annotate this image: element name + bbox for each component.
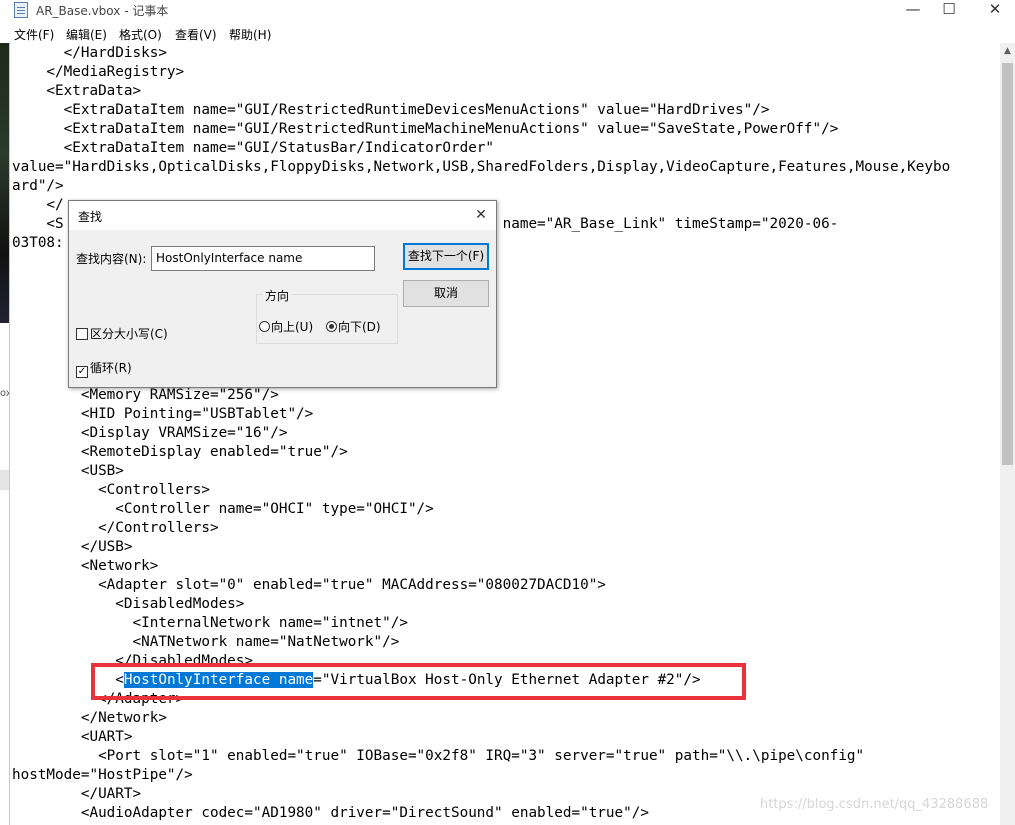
scroll-up-arrow-icon[interactable]: ▲ bbox=[1000, 43, 1015, 60]
editor-line: ard"/> bbox=[12, 178, 64, 194]
match-case-label: 区分大小写(C) bbox=[90, 327, 168, 341]
watermark: https://blog.csdn.net/qq_43288688 bbox=[760, 797, 989, 812]
editor-line: <UART> bbox=[12, 729, 133, 745]
minimize-button[interactable]: — bbox=[893, 0, 933, 22]
menu-format[interactable]: 格式(O) bbox=[119, 26, 162, 43]
editor-line: <DisabledModes> bbox=[12, 596, 245, 612]
editor-line: <RemoteDisplay enabled="true"/> bbox=[12, 444, 348, 460]
editor-line: 03T08: bbox=[12, 235, 64, 251]
editor-line: </ bbox=[12, 197, 64, 213]
editor-line: </Controllers> bbox=[12, 520, 219, 536]
window-title: AR_Base.vbox - 记事本 bbox=[36, 4, 169, 18]
direction-up-radio[interactable]: 向上(U) bbox=[259, 318, 313, 335]
editor-line-highlighted: <HostOnlyInterface name="VirtualBox Host… bbox=[12, 671, 701, 690]
checkbox-unchecked-icon bbox=[76, 328, 88, 340]
menu-file[interactable]: 文件(F) bbox=[14, 26, 54, 43]
editor-line: <ExtraDataItem name="GUI/RestrictedRunti… bbox=[12, 102, 770, 118]
menu-help[interactable]: 帮助(H) bbox=[229, 26, 271, 43]
direction-down-label: 向下(D) bbox=[338, 320, 381, 334]
notepad-icon bbox=[14, 2, 28, 18]
editor-line: </DisabledModes> bbox=[12, 653, 254, 669]
radio-unchecked-icon bbox=[259, 321, 270, 332]
editor-line: value="HardDisks,OpticalDisks,FloppyDisk… bbox=[12, 159, 951, 175]
find-next-button[interactable]: 查找下一个(F) bbox=[403, 243, 489, 270]
editor-line: <Controller name="OHCI" type="OHCI"/> bbox=[12, 501, 434, 517]
direction-up-label: 向上(U) bbox=[271, 320, 314, 334]
editor-line: </Network> bbox=[12, 710, 167, 726]
menu-bar: 文件(F) 编辑(E) 格式(O) 查看(V) 帮助(H) bbox=[0, 23, 1015, 43]
direction-label: 方向 bbox=[262, 287, 293, 304]
text-editor[interactable]: </HardDisks> </MediaRegistry> <ExtraData… bbox=[10, 43, 1000, 825]
editor-line: <InternalNetwork name="intnet"/> bbox=[12, 615, 408, 631]
dialog-title-bar: 查找 ✕ bbox=[69, 201, 496, 230]
wrap-around-checkbox[interactable]: ✓ 循环(R) bbox=[76, 359, 132, 378]
wrap-around-label: 循环(R) bbox=[90, 361, 132, 375]
find-dialog: 查找 ✕ 查找内容(N): HostOnlyInterface name 查找下… bbox=[68, 200, 497, 388]
editor-line: </UART> bbox=[12, 786, 142, 802]
cancel-button[interactable]: 取消 bbox=[403, 280, 489, 307]
editor-line: <Adapter slot="0" enabled="true" MACAddr… bbox=[12, 577, 606, 593]
direction-down-radio[interactable]: 向下(D) bbox=[326, 318, 381, 335]
scroll-thumb[interactable] bbox=[1002, 63, 1013, 465]
dialog-title: 查找 bbox=[78, 210, 103, 224]
radio-checked-icon bbox=[326, 321, 337, 332]
editor-line: </USB> bbox=[12, 539, 133, 555]
editor-line: <ExtraDataItem name="GUI/StatusBar/Indic… bbox=[12, 140, 495, 156]
vertical-scrollbar[interactable]: ▲ bbox=[1000, 43, 1015, 825]
title-bar: AR_Base.vbox - 记事本 — ☐ ✕ bbox=[0, 0, 1015, 22]
match-case-checkbox[interactable]: 区分大小写(C) bbox=[76, 325, 168, 342]
line-prefix: < bbox=[12, 672, 124, 688]
editor-line: <Port slot="1" enabled="true" IOBase="0x… bbox=[12, 748, 865, 764]
menu-view[interactable]: 查看(V) bbox=[175, 26, 217, 43]
maximize-button[interactable]: ☐ bbox=[929, 0, 969, 22]
editor-line: <Memory RAMSize="256"/> bbox=[12, 387, 279, 403]
find-input[interactable]: HostOnlyInterface name bbox=[151, 246, 375, 271]
editor-line: <Controllers> bbox=[12, 482, 210, 498]
checkbox-checked-icon: ✓ bbox=[76, 366, 88, 378]
background-window-strip bbox=[0, 43, 9, 323]
selected-text[interactable]: HostOnlyInterface name bbox=[123, 672, 314, 688]
editor-line: <Network> bbox=[12, 558, 159, 574]
line-suffix: ="VirtualBox Host-Only Ethernet Adapter … bbox=[313, 672, 701, 688]
background-window-strip-lower bbox=[0, 470, 9, 490]
editor-line: <ExtraDataItem name="GUI/RestrictedRunti… bbox=[12, 121, 839, 137]
editor-line: <Display VRAMSize="16"/> bbox=[12, 425, 288, 441]
editor-line: <HID Pointing="USBTablet"/> bbox=[12, 406, 314, 422]
editor-line: </MediaRegistry> bbox=[12, 64, 185, 80]
editor-line: </HardDisks> bbox=[12, 45, 167, 61]
editor-line: <USB> bbox=[12, 463, 124, 479]
menu-edit[interactable]: 编辑(E) bbox=[66, 26, 107, 43]
editor-line: <AudioAdapter codec="AD1980" driver="Dir… bbox=[12, 805, 649, 821]
editor-line: <ExtraData> bbox=[12, 83, 142, 99]
dialog-close-icon[interactable]: ✕ bbox=[469, 205, 493, 225]
find-label: 查找内容(N): bbox=[76, 252, 147, 266]
editor-line: <NATNetwork name="NatNetwork"/> bbox=[12, 634, 400, 650]
editor-line: hostMode="HostPipe"/> bbox=[12, 767, 193, 783]
editor-line: </Adapter> bbox=[12, 691, 185, 707]
close-button[interactable]: ✕ bbox=[975, 0, 1015, 22]
